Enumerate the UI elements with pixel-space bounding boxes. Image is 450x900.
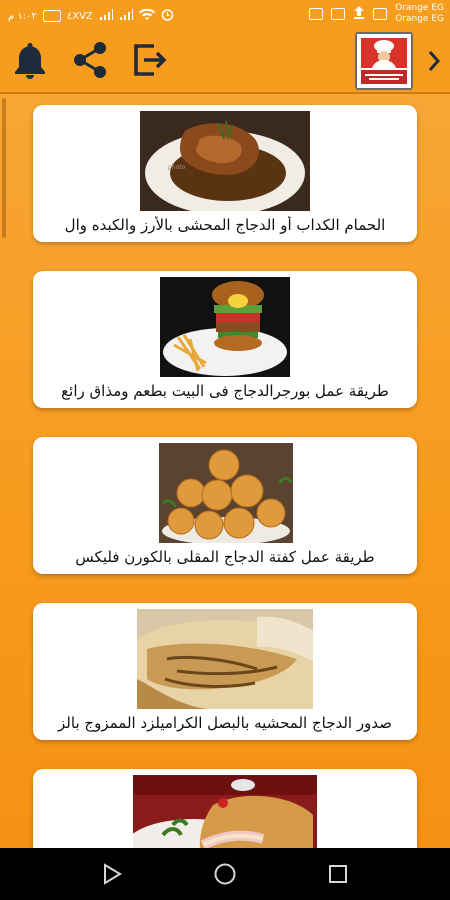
share-button[interactable] xyxy=(68,38,112,82)
carrier-info: Orange EG Orange EG xyxy=(395,3,444,25)
recipe-list[interactable]: photo الحمام الكداب أو الدجاج المحشى بال… xyxy=(0,94,450,848)
gallery-icon xyxy=(331,8,346,20)
signal-icon-2 xyxy=(119,8,133,24)
status-bar: ١:٠٢ م ٤XVZ Orange EG Orange EG xyxy=(0,0,450,30)
chicken-burger-photo xyxy=(160,277,290,377)
scrollbar[interactable] xyxy=(2,98,6,238)
recipe-card[interactable]: صدور الدجاج المحشيه بالبصل الكراميلزد ال… xyxy=(33,603,417,740)
recents-square-icon xyxy=(329,865,347,883)
recipe-card[interactable]: طريقة عمل بورجرالدجاج فى البيت بطعم ومذا… xyxy=(33,271,417,408)
recipe-title: صدور الدجاج المحشيه بالبصل الكراميلزد ال… xyxy=(58,714,392,732)
app-toolbar xyxy=(0,30,450,94)
chef-logo[interactable] xyxy=(355,32,413,90)
recipe-card[interactable] xyxy=(33,769,417,848)
chicken-balls-photo xyxy=(159,443,293,543)
exit-button[interactable] xyxy=(128,38,172,82)
message-icon xyxy=(373,8,388,20)
battery-icon xyxy=(42,10,61,22)
carrier-2: Orange EG xyxy=(395,14,444,24)
recipe-card[interactable]: طريقة عمل كفتة الدجاج المقلى بالكورن فلي… xyxy=(33,437,417,574)
back-button[interactable] xyxy=(98,860,126,888)
exit-icon xyxy=(134,44,167,76)
home-button[interactable] xyxy=(211,860,239,888)
forward-button[interactable] xyxy=(420,44,448,78)
svg-text:photo: photo xyxy=(168,164,186,171)
stuffed-chicken-breast-photo xyxy=(137,609,313,709)
chef-logo-image xyxy=(357,34,411,88)
notifications-button[interactable] xyxy=(8,38,52,82)
chicken-cordon-bleu-photo xyxy=(133,775,317,848)
upload-icon xyxy=(353,6,365,22)
alarm-icon xyxy=(161,8,174,24)
share-icon xyxy=(74,42,106,78)
recipe-title: الحمام الكداب أو الدجاج المحشى بالأرز وا… xyxy=(64,216,386,234)
status-left: ١:٠٢ م ٤XVZ xyxy=(8,8,174,24)
roast-chicken-photo: photo xyxy=(140,111,310,211)
home-circle-icon xyxy=(214,863,236,885)
network-label: ٤XVZ xyxy=(66,10,93,22)
chevron-right-icon xyxy=(428,51,441,71)
recipe-card[interactable]: photo الحمام الكداب أو الدجاج المحشى بال… xyxy=(33,105,417,242)
wifi-icon xyxy=(138,8,155,24)
bell-icon xyxy=(15,43,45,79)
back-triangle-icon xyxy=(104,863,122,885)
status-right: Orange EG Orange EG xyxy=(309,3,444,25)
recipe-title: طريقة عمل كفتة الدجاج المقلى بالكورن فلي… xyxy=(75,548,375,566)
clock: ١:٠٢ م xyxy=(8,10,37,22)
signal-icon xyxy=(99,8,113,24)
recents-button[interactable] xyxy=(324,860,352,888)
carrier-1: Orange EG xyxy=(395,3,444,13)
system-nav-bar xyxy=(0,848,450,900)
recipe-title: طريقة عمل بورجرالدجاج فى البيت بطعم ومذا… xyxy=(61,382,389,400)
notification-icon xyxy=(309,8,324,20)
